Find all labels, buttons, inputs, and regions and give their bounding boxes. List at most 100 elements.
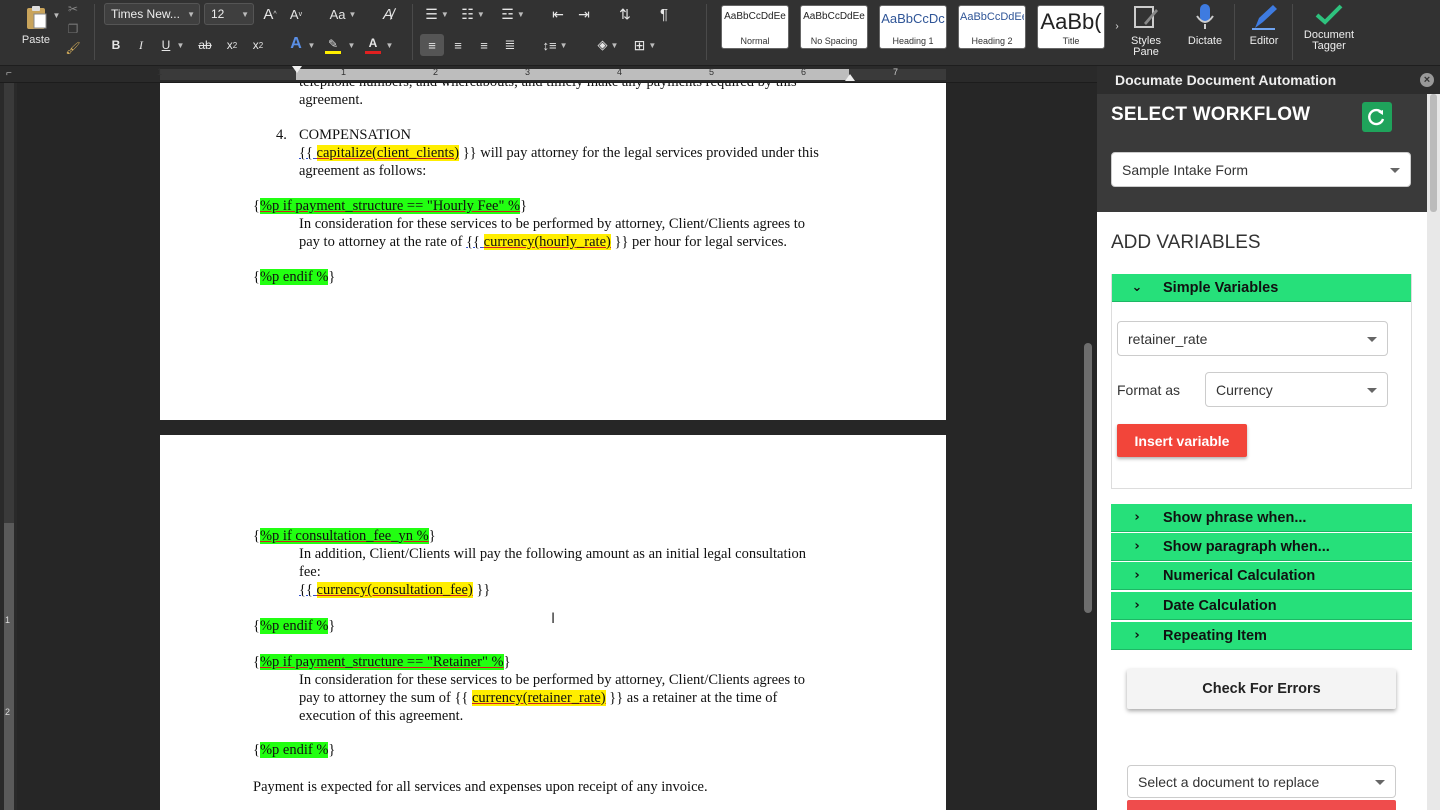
horizontal-ruler[interactable]: ⌐ 1 1 2 3 4 5 6 7 — [0, 66, 1097, 83]
copy-icon[interactable]: ❐ — [66, 22, 80, 36]
endif-tag[interactable]: {%p endif %} — [253, 268, 335, 286]
check-for-errors-button[interactable]: Check For Errors — [1127, 669, 1396, 709]
italic-button[interactable]: I — [131, 36, 151, 54]
multilevel-list-icon[interactable]: ☲ ▼ — [496, 4, 530, 24]
endif-tag[interactable]: {%p endif %} — [253, 617, 335, 635]
cut-icon[interactable]: ✂ — [66, 2, 80, 16]
text-effects-chevron-icon[interactable]: ▼ — [305, 38, 316, 52]
accordion-show-paragraph[interactable]: › Show paragraph when... — [1111, 533, 1412, 561]
documate-logo-icon — [1314, 0, 1344, 28]
document-page-1[interactable]: telephone numbers, and whereabouts; and … — [160, 83, 946, 420]
replace-document-button[interactable] — [1127, 800, 1396, 810]
accordion-show-phrase[interactable]: › Show phrase when... — [1111, 504, 1412, 532]
style-normal[interactable]: AaBbCcDdEe Normal — [721, 5, 789, 49]
tab-selector-icon[interactable]: ⌐ — [6, 68, 12, 79]
underline-button[interactable]: U — [156, 36, 176, 54]
vertical-ruler[interactable]: 1 2 — [0, 83, 17, 810]
format-painter-icon[interactable]: 🖌 — [64, 40, 82, 56]
compensation-line: {{ capitalize(client_clients) }} will pa… — [299, 144, 819, 162]
shrink-font-button[interactable]: Av — [286, 4, 306, 24]
bullets-icon[interactable]: ☰ ▼ — [422, 4, 452, 24]
styles-gallery-more-icon[interactable]: › — [1111, 16, 1123, 36]
refresh-button[interactable] — [1362, 102, 1392, 132]
strikethrough-button[interactable]: ab — [194, 36, 216, 54]
template-variable[interactable]: currency(consultation_fee) — [316, 582, 473, 598]
decrease-indent-icon[interactable]: ⇤ — [548, 4, 568, 24]
template-variable[interactable]: currency(hourly_rate) — [483, 234, 611, 250]
font-color-icon[interactable]: A — [362, 34, 384, 56]
accordion-numerical-calculation[interactable]: › Numerical Calculation — [1111, 562, 1412, 590]
shading-icon[interactable]: ◈ ▼ — [592, 34, 624, 56]
replace-document-select[interactable]: Select a document to replace — [1127, 765, 1396, 798]
font-name-value: Times New... — [111, 7, 180, 21]
tag-brace: { — [253, 528, 260, 544]
panel-scrollbar-thumb[interactable] — [1430, 94, 1437, 212]
chevron-down-icon — [1375, 779, 1385, 785]
subscript-button[interactable]: x2 — [222, 36, 242, 54]
insert-variable-button[interactable]: Insert variable — [1117, 424, 1247, 457]
highlight-chevron-icon[interactable]: ▼ — [345, 38, 356, 52]
section-heading: COMPENSATION — [299, 127, 411, 143]
indent-marker-icon[interactable] — [292, 66, 302, 73]
document-scrollbar[interactable] — [1084, 343, 1092, 613]
template-close-brace: }} — [472, 582, 491, 598]
workflow-select[interactable]: Sample Intake Form — [1111, 152, 1411, 187]
highlight-color-icon[interactable]: ✎ — [322, 34, 344, 56]
style-heading-1[interactable]: AaBbCcDc Heading 1 — [879, 5, 947, 49]
styles-pane-button[interactable]: Styles Pane — [1124, 0, 1168, 62]
hourly-rate-line: pay to attorney at the rate of {{ curren… — [299, 233, 787, 251]
grow-font-button[interactable]: A ^ — [260, 4, 280, 24]
clear-formatting-icon[interactable]: A̸ — [378, 4, 398, 24]
style-no-spacing[interactable]: AaBbCcDdEe No Spacing — [800, 5, 868, 49]
format-select[interactable]: Currency — [1205, 372, 1388, 407]
paste-options-chevron-icon[interactable]: ▼ — [50, 10, 61, 20]
style-name: Heading 1 — [892, 36, 934, 46]
ruler-text-area — [296, 69, 849, 80]
increase-indent-icon[interactable]: ⇥ — [574, 4, 594, 24]
borders-icon[interactable]: ⊞ ▼ — [628, 34, 662, 56]
ruler-number: 6 — [801, 67, 807, 77]
doc-text: Payment is expected for all services and… — [253, 779, 708, 795]
align-center-icon[interactable]: ≡ — [447, 34, 469, 56]
condition-tag-consultation[interactable]: {%p if consultation_fee_yn %} — [253, 527, 436, 545]
dictate-button[interactable]: Dictate — [1180, 0, 1230, 62]
bold-button[interactable]: B — [106, 36, 126, 54]
tag-brace: } — [328, 742, 336, 758]
accordion-date-calculation[interactable]: › Date Calculation — [1111, 592, 1412, 620]
template-open-brace: {{ — [466, 234, 484, 250]
chevron-right-icon: › — [1134, 628, 1140, 643]
document-canvas[interactable]: telephone numbers, and whereabouts; and … — [17, 83, 1097, 810]
document-tagger-button[interactable]: Document Tagger — [1296, 0, 1362, 62]
underline-options-chevron-icon[interactable]: ▼ — [174, 38, 185, 52]
line-spacing-icon[interactable]: ↕≡ ▼ — [538, 34, 572, 56]
variable-select[interactable]: retainer_rate — [1117, 321, 1388, 356]
superscript-button[interactable]: x2 — [248, 36, 268, 54]
style-title[interactable]: AaBb( Title — [1037, 5, 1105, 49]
right-indent-marker-icon[interactable] — [845, 74, 855, 81]
font-name-select[interactable]: Times New... ▼ — [104, 3, 200, 25]
style-heading-2[interactable]: AaBbCcDdEe Heading 2 — [958, 5, 1026, 49]
font-size-select[interactable]: 12 ▼ — [204, 3, 254, 25]
panel-scrollbar[interactable] — [1427, 94, 1440, 810]
endif-tag[interactable]: {%p endif %} — [253, 741, 335, 759]
justify-icon[interactable]: ≣ — [499, 34, 521, 56]
doc-text: In consideration for these services to b… — [299, 216, 805, 232]
numbering-icon[interactable]: ☷ ▼ — [458, 4, 488, 24]
condition-tag-hourly[interactable]: {%p if payment_structure == "Hourly Fee"… — [253, 197, 527, 215]
template-variable[interactable]: currency(retainer_rate) — [471, 690, 606, 706]
text-effects-icon[interactable]: A — [286, 34, 306, 54]
style-sample: AaBbCcDc — [881, 11, 945, 26]
editor-button[interactable]: Editor — [1240, 0, 1288, 62]
accordion-repeating-item[interactable]: › Repeating Item — [1111, 622, 1412, 650]
vruler-number: 1 — [5, 615, 11, 625]
paste-button[interactable]: Paste — [14, 2, 58, 48]
sort-icon[interactable]: ⇅ — [614, 4, 636, 24]
align-left-icon[interactable]: ≡ — [420, 34, 444, 56]
font-color-chevron-icon[interactable]: ▼ — [383, 38, 394, 52]
template-variable[interactable]: capitalize(client_clients) — [316, 145, 460, 161]
close-icon[interactable]: × — [1420, 73, 1434, 87]
show-formatting-button[interactable]: ¶ — [654, 4, 674, 24]
align-right-icon[interactable]: ≡ — [473, 34, 495, 56]
condition-tag-retainer[interactable]: {%p if payment_structure == "Retainer" %… — [253, 653, 511, 671]
change-case-button[interactable]: Aa ▼ — [326, 4, 360, 24]
